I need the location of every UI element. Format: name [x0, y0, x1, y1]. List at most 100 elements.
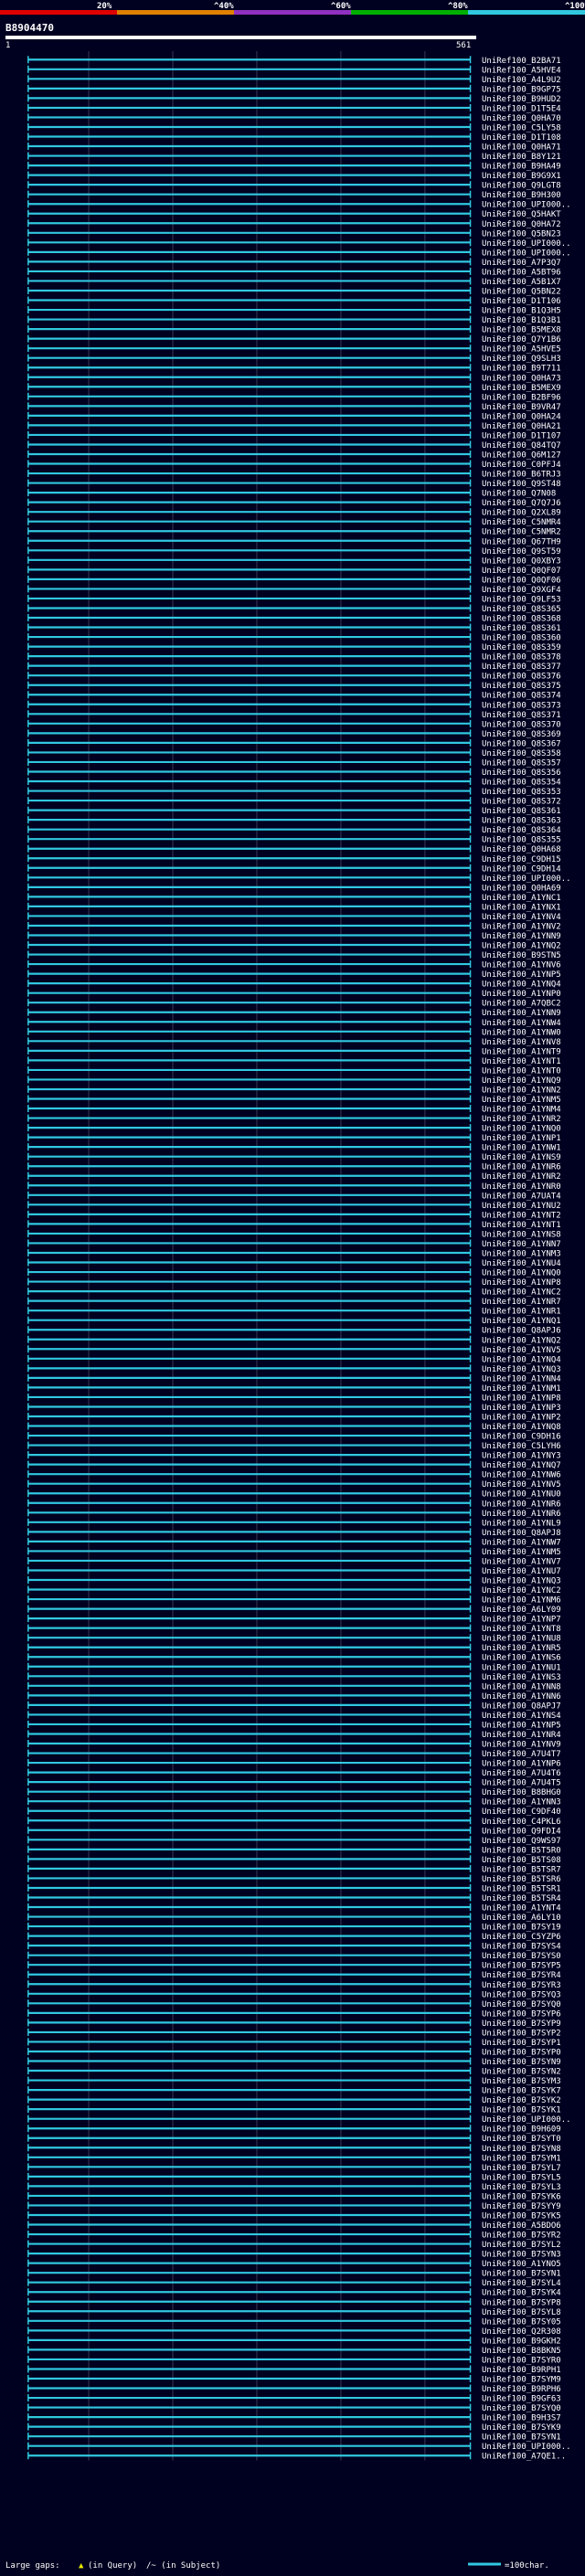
- hit-row[interactable]: UniRef100_A6LY09: [27, 1605, 561, 1616]
- hit-row[interactable]: UniRef100_Q2R308: [27, 2327, 561, 2337]
- hit-label[interactable]: UniRef100_Q67TH9: [482, 537, 561, 546]
- hit-label[interactable]: UniRef100_C5YZP6: [482, 1933, 561, 1942]
- hit-row[interactable]: UniRef100_UPI000..: [27, 2115, 571, 2125]
- hit-label[interactable]: UniRef100_A1YNC2: [482, 1586, 561, 1595]
- hit-label[interactable]: UniRef100_Q8S359: [482, 643, 561, 652]
- hit-row[interactable]: UniRef100_A1YNQ4: [27, 980, 561, 990]
- hit-label[interactable]: UniRef100_A1YNR4: [482, 1731, 561, 1740]
- hit-label[interactable]: UniRef100_B7SYN8: [482, 2145, 561, 2154]
- hit-row[interactable]: UniRef100_B7SYR2: [27, 2231, 561, 2241]
- hit-row[interactable]: UniRef100_B7SYK9: [27, 2422, 561, 2433]
- hit-label[interactable]: UniRef100_B7SYK1: [482, 2106, 561, 2115]
- hit-label[interactable]: UniRef100_UPI000..: [482, 201, 571, 210]
- hit-row[interactable]: UniRef100_Q8APJ6: [27, 1326, 561, 1336]
- hit-row[interactable]: UniRef100_Q8S370: [27, 719, 561, 730]
- hit-row[interactable]: UniRef100_B7SYK2: [27, 2095, 561, 2106]
- hit-row[interactable]: UniRef100_B5TSR4: [27, 1893, 561, 1903]
- hit-row[interactable]: UniRef100_Q8S377: [27, 662, 561, 673]
- hit-label[interactable]: UniRef100_A1YNS9: [482, 1153, 561, 1162]
- hit-row[interactable]: UniRef100_B2BA71: [27, 56, 561, 66]
- hit-row[interactable]: UniRef100_A1YNR4: [27, 1730, 561, 1740]
- hit-label[interactable]: UniRef100_B7SYP8: [482, 2298, 561, 2307]
- hit-row[interactable]: UniRef100_B9T711: [27, 364, 561, 374]
- hit-label[interactable]: UniRef100_Q8S367: [482, 739, 561, 748]
- hit-label[interactable]: UniRef100_A5BT96: [482, 268, 561, 277]
- hit-row[interactable]: UniRef100_A5BDO6: [27, 2221, 561, 2231]
- hit-label[interactable]: UniRef100_A1YNP7: [482, 1616, 561, 1625]
- hit-row[interactable]: UniRef100_Q8S361: [27, 623, 561, 634]
- hit-row[interactable]: UniRef100_A1YNQ1: [27, 1316, 561, 1327]
- hit-label[interactable]: UniRef100_B9HUD2: [482, 95, 561, 104]
- hit-row[interactable]: UniRef100_B9H609: [27, 2125, 561, 2135]
- hit-row[interactable]: UniRef100_B9GP75: [27, 84, 561, 95]
- hit-row[interactable]: UniRef100_A1YNV4: [27, 912, 561, 922]
- hit-label[interactable]: UniRef100_B7SYP5: [482, 1962, 561, 1971]
- hit-label[interactable]: UniRef100_UPI000..: [482, 875, 571, 884]
- hit-label[interactable]: UniRef100_A6LY09: [482, 1606, 561, 1615]
- hit-row[interactable]: UniRef100_A1YNQ0: [27, 1124, 561, 1134]
- hit-label[interactable]: UniRef100_A1YNQ0: [482, 1125, 561, 1134]
- hit-row[interactable]: UniRef100_A1YNP6: [27, 1759, 561, 1769]
- hit-row[interactable]: UniRef100_B9HA49: [27, 162, 561, 172]
- hit-label[interactable]: UniRef100_Q8S371: [482, 711, 561, 720]
- hit-label[interactable]: UniRef100_C9DF40: [482, 1807, 561, 1817]
- hit-row[interactable]: UniRef100_A5HVE4: [27, 65, 561, 76]
- hit-label[interactable]: UniRef100_B7SYQ3: [482, 1990, 561, 1999]
- hit-label[interactable]: UniRef100_A1YNM6: [482, 1596, 561, 1606]
- hit-label[interactable]: UniRef100_Q5BN23: [482, 229, 561, 239]
- hit-label[interactable]: UniRef100_Q0HA71: [482, 143, 561, 153]
- hit-row[interactable]: UniRef100_Q8S374: [27, 691, 561, 701]
- hit-label[interactable]: UniRef100_Q0HA69: [482, 884, 561, 893]
- hit-row[interactable]: UniRef100_B8BHG0: [27, 1787, 561, 1798]
- hit-row[interactable]: UniRef100_Q0XBY3: [27, 556, 561, 567]
- hit-label[interactable]: UniRef100_A1YNT0: [482, 1066, 561, 1076]
- hit-row[interactable]: UniRef100_A1YNP8: [27, 1277, 561, 1288]
- hit-label[interactable]: UniRef100_A1YNM5: [482, 1096, 561, 1105]
- hit-row[interactable]: UniRef100_A1YNW6: [27, 1470, 561, 1480]
- hit-row[interactable]: UniRef100_A1YNN8: [27, 1681, 561, 1692]
- hit-label[interactable]: UniRef100_Q8S378: [482, 653, 561, 663]
- hit-row[interactable]: UniRef100_A1YNC2: [27, 1585, 561, 1596]
- hit-row[interactable]: UniRef100_B7SYK7: [27, 2086, 561, 2096]
- hit-row[interactable]: UniRef100_Q8S369: [27, 729, 561, 739]
- hit-row[interactable]: UniRef100_C5YZP6: [27, 1932, 561, 1943]
- hit-row[interactable]: UniRef100_B5TS08: [27, 1855, 561, 1865]
- hit-label[interactable]: UniRef100_C4PKL6: [482, 1818, 561, 1827]
- hit-row[interactable]: UniRef100_Q8APJ8: [27, 1528, 561, 1538]
- hit-row[interactable]: UniRef100_B7SYN1: [27, 2269, 561, 2279]
- hit-label[interactable]: UniRef100_A1YNT8: [482, 1625, 561, 1634]
- hit-row[interactable]: UniRef100_Q9SLH3: [27, 354, 561, 365]
- hit-label[interactable]: UniRef100_Q9ST59: [482, 547, 561, 557]
- hit-label[interactable]: UniRef100_Q7Y1B6: [482, 335, 561, 345]
- hit-label[interactable]: UniRef100_Q8APJ8: [482, 1529, 561, 1538]
- hit-label[interactable]: UniRef100_A7U4T7: [482, 1750, 561, 1759]
- hit-row[interactable]: UniRef100_A1YNP5: [27, 1720, 561, 1731]
- hit-row[interactable]: UniRef100_Q5HAKT: [27, 209, 561, 220]
- hit-label[interactable]: UniRef100_Q0HA21: [482, 422, 561, 431]
- hit-row[interactable]: UniRef100_A1YNS4: [27, 1711, 561, 1721]
- hit-row[interactable]: UniRef100_A1YNT1: [27, 1056, 561, 1066]
- hit-row[interactable]: UniRef100_C5NMR2: [27, 527, 561, 537]
- hit-row[interactable]: UniRef100_C5LYH6: [27, 1441, 561, 1452]
- hit-label[interactable]: UniRef100_B7SYS4: [482, 1943, 561, 1952]
- hit-row[interactable]: UniRef100_Q0HA73: [27, 373, 561, 384]
- hit-label[interactable]: UniRef100_C9DH14: [482, 864, 561, 874]
- hit-label[interactable]: UniRef100_A5HVE5: [482, 345, 561, 355]
- hit-row[interactable]: UniRef100_A4L9U2: [27, 75, 561, 85]
- hit-row[interactable]: UniRef100_B9GKH2: [27, 2336, 561, 2347]
- hit-label[interactable]: UniRef100_B7SYK2: [482, 2096, 561, 2105]
- hit-row[interactable]: UniRef100_Q0HA72: [27, 219, 561, 229]
- hit-row[interactable]: UniRef100_A6LY10: [27, 1913, 561, 1924]
- hit-row[interactable]: UniRef100_Q9WS97: [27, 1836, 561, 1846]
- hit-row[interactable]: UniRef100_B7SYQ3: [27, 1989, 561, 2000]
- hit-label[interactable]: UniRef100_Q8S376: [482, 673, 561, 682]
- hit-label[interactable]: UniRef100_B7SYN1: [482, 2433, 561, 2443]
- hit-label[interactable]: UniRef100_A1YNN4: [482, 1374, 561, 1383]
- hit-row[interactable]: UniRef100_A1YNN9: [27, 1008, 561, 1019]
- hit-label[interactable]: UniRef100_B7SYP1: [482, 2039, 561, 2048]
- hit-label[interactable]: UniRef100_Q8S373: [482, 701, 561, 710]
- hit-label[interactable]: UniRef100_A1YNQ7: [482, 1461, 561, 1470]
- hit-label[interactable]: UniRef100_A1YNQ4: [482, 981, 561, 990]
- hit-label[interactable]: UniRef100_B7SYQ0: [482, 2000, 561, 2009]
- hit-row[interactable]: UniRef100_Q0HA21: [27, 421, 561, 431]
